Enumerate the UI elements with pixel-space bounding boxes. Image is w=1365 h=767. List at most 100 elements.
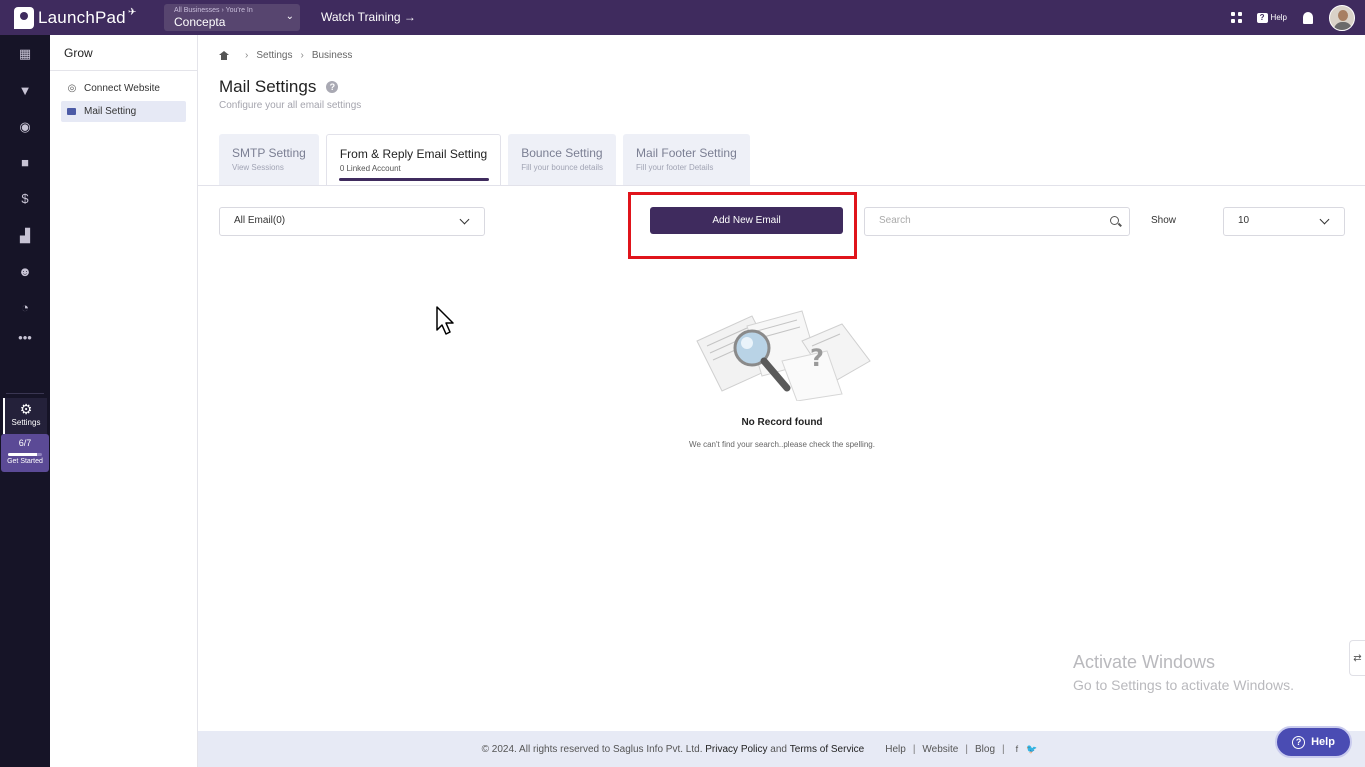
- rocket-icon: ✈: [127, 7, 137, 18]
- twitter-icon[interactable]: 🐦: [1026, 744, 1037, 755]
- logo[interactable]: LaunchPad ✈: [0, 0, 150, 35]
- chevron-right-icon: ›: [245, 50, 249, 61]
- funnel-icon[interactable]: ▼: [18, 84, 32, 98]
- copyright-text: © 2024. All rights reserved to Saglus In…: [481, 743, 703, 755]
- help-icon: ?: [1256, 12, 1268, 23]
- help-floating-button[interactable]: ? Help: [1275, 726, 1352, 758]
- top-bar: LaunchPad ✈ All Businesses › You're In C…: [0, 0, 1365, 35]
- tab-title: SMTP Setting: [232, 146, 306, 160]
- analytics-icon[interactable]: ▟: [18, 229, 32, 243]
- rail-item-settings[interactable]: ⚙ Settings: [3, 398, 47, 434]
- watermark-line1: Activate Windows: [1073, 652, 1216, 672]
- settings-tabs: SMTP Setting View Sessions From & Reply …: [219, 134, 757, 186]
- question-circle-icon: ?: [1292, 735, 1306, 749]
- subnav-item-label: Mail Setting: [84, 106, 137, 117]
- active-tab-indicator: [338, 178, 490, 181]
- sub-sidebar: Grow ◎ Connect Website Mail Setting: [50, 35, 198, 767]
- app-name: LaunchPad: [38, 7, 126, 27]
- logo-icon: [14, 6, 34, 29]
- breadcrumb-settings[interactable]: Settings: [256, 50, 292, 61]
- left-rail: ▦ ▼ ◉ ■ $ ▟ ☻ ◔ ••• ⚙ Settings 6/7 Get S…: [0, 35, 50, 767]
- tabs-divider: [198, 185, 1365, 186]
- tab-title: Mail Footer Setting: [636, 146, 737, 160]
- home-icon[interactable]: [219, 51, 229, 60]
- chevron-down-icon: [459, 214, 470, 225]
- more-icon[interactable]: •••: [18, 331, 32, 345]
- chevron-down-icon: [1319, 214, 1330, 225]
- footer-separator: |: [912, 743, 916, 755]
- page-subtitle: Configure your all email settings: [219, 100, 362, 111]
- subnav-item-mail-setting[interactable]: Mail Setting: [61, 101, 186, 122]
- facebook-icon[interactable]: f: [1016, 744, 1019, 754]
- top-right-actions: ? Help: [1230, 4, 1355, 31]
- tab-bounce-setting[interactable]: Bounce Setting Fill your bounce details: [508, 134, 617, 185]
- footer: © 2024. All rights reserved to Saglus In…: [198, 731, 1365, 767]
- email-filter-select[interactable]: All Email(0): [219, 207, 485, 236]
- tab-title: Bounce Setting: [521, 146, 603, 160]
- page-title-text: Mail Settings: [219, 77, 317, 96]
- watch-training-link[interactable]: Watch Training →: [321, 10, 416, 24]
- no-records-illustration: ?: [696, 310, 871, 401]
- gear-icon: ⚙: [19, 401, 33, 417]
- rail-divider: [6, 393, 44, 394]
- subnav-title: Grow: [50, 35, 197, 71]
- tab-from-reply-email-setting[interactable]: From & Reply Email Setting 0 Linked Acco…: [325, 134, 502, 186]
- tab-subtitle: Fill your bounce details: [521, 163, 604, 172]
- business-name: Concepta: [174, 15, 226, 29]
- dollar-icon[interactable]: $: [18, 192, 32, 206]
- tab-subtitle: 0 Linked Account: [339, 164, 401, 173]
- help-fab-label: Help: [1311, 736, 1335, 748]
- page-title: Mail Settings ?: [219, 77, 339, 97]
- terms-link[interactable]: Terms of Service: [790, 744, 864, 755]
- mail-icon: [67, 108, 76, 115]
- gauge-icon[interactable]: ◔: [18, 301, 32, 315]
- footer-website-link[interactable]: Website: [922, 744, 958, 755]
- help-menu[interactable]: ? Help: [1256, 12, 1287, 23]
- tab-mail-footer-setting[interactable]: Mail Footer Setting Fill your footer Det…: [623, 134, 750, 185]
- progress-fill: [8, 453, 38, 456]
- chevron-down-icon: ⌄: [285, 11, 294, 22]
- empty-title: No Record found: [741, 417, 823, 428]
- users-icon[interactable]: ☻: [18, 265, 32, 279]
- footer-separator: |: [1002, 743, 1005, 755]
- tab-title: From & Reply Email Setting: [339, 147, 488, 161]
- search-icon[interactable]: [1110, 216, 1119, 225]
- breadcrumb-business[interactable]: Business: [312, 50, 353, 61]
- footer-help-link[interactable]: Help: [885, 744, 906, 755]
- empty-message: We can't find your search..please check …: [689, 440, 875, 449]
- subnav-item-connect-website[interactable]: ◎ Connect Website: [61, 78, 186, 99]
- privacy-policy-link[interactable]: Privacy Policy: [705, 744, 767, 755]
- page-size-value: 10: [1238, 215, 1250, 226]
- bell-icon[interactable]: [1303, 11, 1313, 24]
- footer-blog-link[interactable]: Blog: [975, 744, 995, 755]
- dashboard-icon[interactable]: ▦: [18, 47, 32, 61]
- page-size-select[interactable]: 10: [1223, 207, 1345, 236]
- filter-value: All Email(0): [234, 215, 286, 226]
- apps-grid-icon[interactable]: [1230, 11, 1243, 24]
- mouse-cursor-icon: [436, 306, 454, 335]
- get-started-progress[interactable]: 6/7 Get Started: [1, 434, 49, 472]
- tab-smtp-setting[interactable]: SMTP Setting View Sessions: [219, 134, 319, 185]
- show-label: Show: [1151, 215, 1177, 226]
- subnav-item-label: Connect Website: [84, 83, 160, 94]
- search-input[interactable]: Search: [864, 207, 1130, 236]
- svg-text:?: ?: [810, 344, 824, 372]
- help-label: Help: [1270, 13, 1287, 22]
- question-icon[interactable]: ?: [326, 81, 339, 93]
- and-text: and: [770, 743, 787, 755]
- business-selector[interactable]: All Businesses › You're In Concepta ⌄: [164, 4, 300, 31]
- progress-count: 6/7: [18, 438, 32, 448]
- windows-activation-watermark: Activate Windows Go to Settings to activ…: [1073, 652, 1294, 693]
- get-started-label: Get Started: [7, 458, 43, 465]
- rail-settings-label: Settings: [11, 418, 41, 427]
- avatar[interactable]: [1329, 4, 1355, 31]
- video-icon[interactable]: ■: [18, 156, 32, 170]
- progress-bar: [8, 453, 42, 456]
- tab-subtitle: Fill your footer Details: [636, 163, 714, 172]
- tab-subtitle: View Sessions: [232, 163, 284, 172]
- add-new-email-button[interactable]: Add New Email: [650, 207, 843, 234]
- search-placeholder: Search: [879, 215, 911, 226]
- globe-icon[interactable]: ◉: [18, 120, 32, 134]
- business-crumb: All Businesses › You're In: [174, 7, 253, 14]
- feedback-side-tab[interactable]: ⇄: [1349, 640, 1365, 676]
